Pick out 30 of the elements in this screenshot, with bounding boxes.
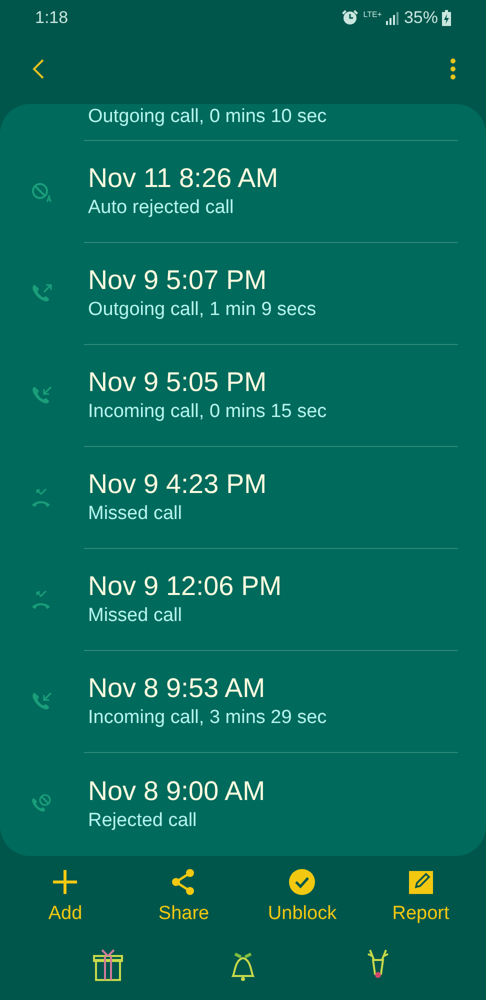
more-options-icon[interactable] (450, 58, 456, 80)
call-detail: Rejected call (88, 808, 198, 833)
call-detail: Incoming call, 3 mins 29 sec (88, 706, 328, 730)
unblock-button[interactable]: Unblock (243, 866, 362, 930)
battery-percent: 35% (404, 7, 438, 30)
call-time: Nov 11 8:26 AM (88, 162, 280, 196)
check-circle-icon (288, 868, 316, 896)
battery-charging-icon (442, 10, 451, 26)
call-detail: Outgoing call, 0 mins 10 sec (87, 106, 327, 128)
call-detail: Incoming call, 0 mins 15 sec (88, 400, 328, 424)
call-time: Nov 8 9:53 AM (88, 672, 266, 706)
call-time: Nov 9 5:07 PM (88, 264, 268, 298)
gift-icon[interactable] (92, 948, 124, 982)
signal-icon (386, 10, 400, 25)
network-type: LTE+ (363, 11, 382, 20)
status-time: 1:18 (35, 7, 68, 30)
call-time: Nov 8 9:00 AM (88, 774, 266, 808)
call-detail: Auto rejected call (88, 196, 235, 220)
call-time: Nov 9 5:05 PM (88, 366, 268, 400)
call-time: Nov 9 12:06 PM (88, 570, 283, 604)
add-icon (51, 868, 80, 896)
alarm-icon (341, 9, 360, 26)
call-detail: Missed call (88, 502, 183, 526)
call-detail: Outgoing call, 1 min 9 secs (88, 298, 318, 322)
share-button[interactable]: Share (124, 866, 243, 930)
report-button[interactable]: Report (362, 866, 480, 930)
call-time: Nov 9 4:23 PM (88, 468, 268, 502)
back-icon[interactable] (30, 58, 46, 80)
call-detail: Missed call (88, 604, 183, 628)
add-button[interactable]: Add (6, 866, 124, 930)
